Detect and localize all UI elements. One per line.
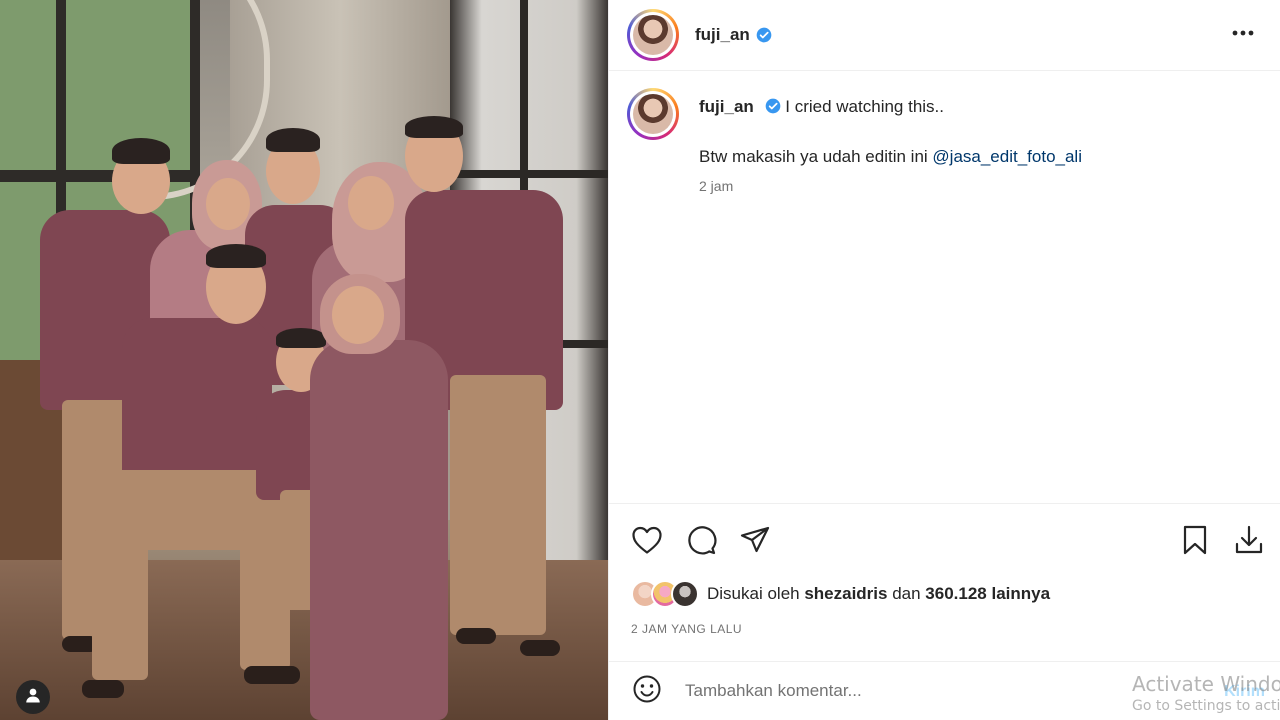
caption-time[interactable]: 2 jam — [699, 178, 1259, 194]
like-button[interactable] — [627, 522, 667, 562]
more-options-icon — [1232, 23, 1254, 41]
heart-icon — [631, 525, 663, 560]
liker-avatars — [631, 580, 699, 608]
post-header: fuji_an — [609, 0, 1280, 71]
user-icon — [24, 686, 42, 709]
likes-count[interactable]: 360.128 lainnya — [925, 584, 1050, 603]
avatar[interactable] — [627, 9, 679, 61]
post-timestamp[interactable]: 2 JAM YANG LALU — [631, 622, 742, 636]
watermark-title: Activate Windows — [1132, 672, 1280, 696]
activate-windows-watermark: Activate Windows Go to Settings to activ… — [1132, 672, 1280, 716]
download-button[interactable] — [1229, 522, 1269, 562]
header-username[interactable]: fuji_an — [695, 25, 750, 45]
emoji-icon — [632, 674, 662, 709]
caption-username[interactable]: fuji_an — [699, 97, 754, 116]
user-tag-button[interactable] — [16, 680, 50, 714]
caption-avatar[interactable] — [627, 88, 679, 140]
likes-prefix: Disukai oleh — [707, 584, 805, 603]
caption-mention-link[interactable]: @jasa_edit_foto_ali — [932, 147, 1082, 166]
comment-icon — [685, 524, 717, 561]
caption-text: I cried watching this.. — [785, 97, 945, 116]
likes-username[interactable]: shezaidris — [804, 584, 887, 603]
verified-badge-icon — [756, 27, 772, 43]
emoji-button[interactable] — [627, 671, 667, 711]
comment-button[interactable] — [681, 522, 721, 562]
verified-badge-icon — [765, 98, 781, 114]
save-button[interactable] — [1175, 522, 1215, 562]
more-options-button[interactable] — [1229, 18, 1257, 46]
likes-summary[interactable]: Disukai oleh shezaidris dan 360.128 lain… — [631, 580, 1050, 608]
download-icon — [1233, 524, 1265, 561]
post-side-panel: fuji_an fuji_an I cried watching this.. … — [608, 0, 1280, 720]
bookmark-icon — [1181, 524, 1209, 561]
caption-line2-text: Btw makasih ya udah editin ini — [699, 147, 933, 166]
likes-middle: dan — [887, 584, 926, 603]
post-photo[interactable] — [0, 0, 608, 720]
watermark-subtitle: Go to Settings to activate Windows. — [1132, 698, 1280, 714]
send-icon — [739, 525, 771, 560]
share-button[interactable] — [735, 522, 775, 562]
post-actions — [609, 503, 1280, 579]
comment-input[interactable] — [685, 681, 1105, 701]
likes-text: Disukai oleh shezaidris dan 360.128 lain… — [707, 584, 1050, 604]
liker-avatar — [671, 580, 699, 608]
